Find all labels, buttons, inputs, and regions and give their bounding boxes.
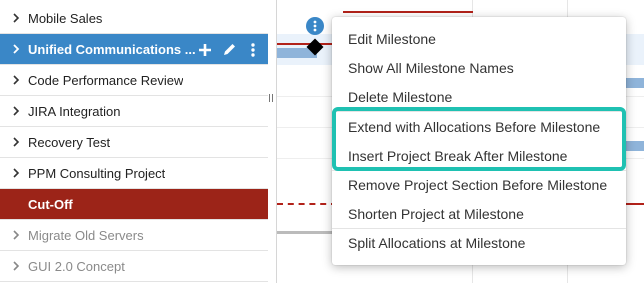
project-timeline-line (343, 11, 473, 13)
milestone-context-menu: Edit Milestone Show All Milestone Names … (332, 17, 626, 265)
project-name: Unified Communications ... (28, 41, 196, 57)
menu-item-shorten-project[interactable]: Shorten Project at Milestone (332, 199, 626, 228)
chevron-right-icon[interactable] (11, 261, 21, 271)
project-row-unified-communications[interactable]: Unified Communications ... (0, 34, 268, 65)
project-row-code-performance-review[interactable]: Code Performance Review (0, 65, 268, 96)
allocation-bar[interactable] (277, 231, 337, 234)
menu-item-show-all-milestone-names[interactable]: Show All Milestone Names (332, 53, 626, 82)
chevron-right-icon[interactable] (11, 13, 21, 23)
menu-item-split-allocations[interactable]: Split Allocations at Milestone (332, 228, 626, 257)
project-row-migrate-old-servers[interactable]: Migrate Old Servers (0, 220, 268, 251)
project-row-gui-concept[interactable]: GUI 2.0 Concept (0, 251, 268, 282)
vertical-dots-icon[interactable] (306, 17, 324, 35)
row-actions (196, 34, 262, 65)
menu-item-delete-milestone[interactable]: Delete Milestone (332, 82, 626, 111)
chevron-right-icon[interactable] (11, 106, 21, 116)
project-name: JIRA Integration (28, 103, 121, 119)
cut-off-dashed-line (277, 203, 337, 205)
chevron-right-icon[interactable] (11, 168, 21, 178)
project-name: GUI 2.0 Concept (28, 258, 125, 274)
chevron-right-icon[interactable] (11, 75, 21, 85)
menu-item-edit-milestone[interactable]: Edit Milestone (332, 24, 626, 53)
vertical-dots-icon[interactable] (244, 41, 262, 59)
project-row-mobile-sales[interactable]: Mobile Sales (0, 3, 268, 34)
cut-off-label: Cut-Off (28, 196, 73, 212)
project-row-recovery-test[interactable]: Recovery Test (0, 127, 268, 158)
project-row-ppm-consulting-project[interactable]: PPM Consulting Project (0, 158, 268, 189)
menu-item-extend-allocations-before[interactable]: Extend with Allocations Before Milestone (332, 112, 626, 141)
chevron-right-icon[interactable] (11, 44, 21, 54)
project-list: Mobile Sales Unified Communications ... … (0, 0, 277, 283)
menu-item-insert-project-break-after[interactable]: Insert Project Break After Milestone (332, 141, 626, 170)
project-name: PPM Consulting Project (28, 165, 166, 181)
project-name: Mobile Sales (28, 10, 103, 26)
project-name: Code Performance Review (28, 72, 184, 88)
plus-icon[interactable] (196, 41, 214, 59)
project-name: Migrate Old Servers (28, 227, 144, 243)
menu-item-remove-section-before[interactable]: Remove Project Section Before Milestone (332, 170, 626, 199)
project-row-jira-integration[interactable]: JIRA Integration (0, 96, 268, 127)
pencil-icon[interactable] (220, 41, 238, 59)
chevron-right-icon[interactable] (11, 230, 21, 240)
panel-resize-handle[interactable] (268, 91, 274, 105)
cut-off-row[interactable]: Cut-Off (0, 189, 268, 220)
project-name: Recovery Test (28, 134, 111, 150)
chevron-right-icon[interactable] (11, 137, 21, 147)
